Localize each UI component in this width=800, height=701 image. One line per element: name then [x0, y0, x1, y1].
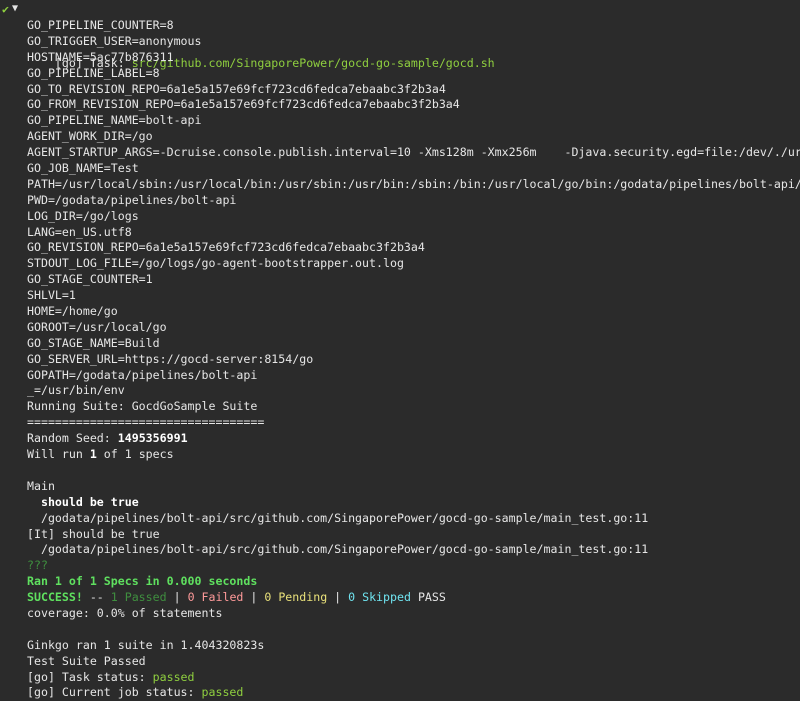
seed-label: Random Seed:	[27, 431, 118, 446]
ginkgo-ran-line: Ginkgo ran 1 suite in 1.404320823s	[27, 637, 265, 652]
job-status-label: [go] Current job status:	[27, 685, 202, 700]
will-run-count: 1	[89, 447, 97, 462]
skipped-count: 0 Skipped	[348, 590, 411, 605]
task-header[interactable]: ✔ ▼ [go] Task: src/github.com/SingaporeP…	[0, 0, 800, 70]
env-line: _=/usr/bin/env	[27, 383, 125, 398]
summary-sep: |	[327, 590, 349, 605]
summary-sep: |	[166, 590, 188, 605]
ran-specs-line: Ran 1 of 1 Specs in 0.000 seconds	[27, 574, 258, 589]
env-line: HOSTNAME=5ac77b876311	[27, 49, 174, 64]
job-status-value: passed	[201, 685, 244, 700]
env-line: GOPATH=/godata/pipelines/bolt-api	[27, 367, 258, 382]
env-line: GO_TO_REVISION_REPO=6a1e5a157e69fcf723cd…	[27, 81, 446, 96]
summary-sep: |	[243, 590, 265, 605]
env-line: GOROOT=/usr/local/go	[27, 319, 167, 334]
should-be-true-line: should be true	[27, 494, 139, 509]
suite-separator: ==================================	[27, 415, 265, 430]
coverage-line: coverage: 0.0% of statements	[27, 605, 223, 620]
env-line: GO_SERVER_URL=https://gocd-server:8154/g…	[27, 351, 314, 366]
job-status-line: [go] Current job status: passed	[0, 685, 800, 701]
random-seed-line: Random Seed: 1495356991	[0, 431, 800, 447]
caret-down-icon[interactable]: ▼	[12, 0, 18, 18]
passed-count: 1 Passed	[110, 590, 167, 605]
env-line: GO_STAGE_NAME=Build	[27, 335, 160, 350]
check-icon: ✔	[2, 2, 9, 16]
env-line: LOG_DIR=/go/logs	[27, 208, 139, 223]
env-line: SHLVL=1	[27, 288, 76, 303]
env-line: GO_JOB_NAME=Test	[27, 161, 139, 176]
suite-running-line: Running Suite: GocdGoSample Suite	[27, 399, 258, 414]
seed-value: 1495356991	[117, 431, 188, 446]
env-line: GO_PIPELINE_NAME=bolt-api	[27, 113, 202, 128]
task-status-line: [go] Task status: passed	[0, 670, 800, 686]
will-run-suffix: of 1 specs	[96, 447, 174, 462]
env-line: PATH=/usr/local/sbin:/usr/local/bin:/usr…	[27, 176, 800, 191]
console-output: ✔ ▼ [go] Task: src/github.com/SingaporeP…	[0, 0, 800, 699]
env-lines: GO_PIPELINE_COUNTER=8 GO_TRIGGER_USER=ano…	[0, 18, 800, 399]
suite-passed-line: Test Suite Passed	[27, 653, 146, 668]
env-line: GO_PIPELINE_LABEL=8	[27, 65, 160, 80]
summary-line: SUCCESS! -- 1 Passed | 0 Failed | 0 Pend…	[0, 590, 800, 606]
task-status-value: passed	[152, 669, 195, 684]
env-line: GO_PIPELINE_COUNTER=8	[27, 18, 174, 32]
env-line: GO_FROM_REVISION_REPO=6a1e5a157e69fcf723…	[27, 97, 460, 112]
task-status-label: [go] Task status:	[27, 669, 153, 684]
will-run-prefix: Will run	[27, 447, 90, 462]
env-line: AGENT_STARTUP_ARGS=-Dcruise.console.publ…	[27, 145, 800, 160]
failed-count: 0 Failed	[187, 590, 244, 605]
it-line: [It] should be true	[27, 526, 160, 541]
will-run-line: Will run 1 of 1 specs	[0, 447, 800, 463]
pending-count: 0 Pending	[264, 590, 328, 605]
success-label: SUCCESS!	[27, 590, 83, 605]
env-line: LANG=en_US.utf8	[27, 224, 132, 239]
env-line: GO_STAGE_COUNTER=1	[27, 272, 153, 287]
pass-word: PASS	[410, 590, 446, 605]
env-line: GO_REVISION_REPO=6a1e5a157e69fcf723cd6fe…	[27, 240, 425, 255]
env-line: GO_TRIGGER_USER=anonymous	[27, 33, 202, 48]
env-line: PWD=/godata/pipelines/bolt-api	[27, 192, 237, 207]
summary-dashes: --	[82, 590, 111, 605]
question-line: ???	[27, 558, 48, 573]
env-line: AGENT_WORK_DIR=/go	[27, 129, 153, 144]
main-describe: Main	[27, 478, 55, 493]
env-line: STDOUT_LOG_FILE=/go/logs/go-agent-bootst…	[27, 256, 404, 271]
test-path-line: /godata/pipelines/bolt-api/src/github.co…	[27, 542, 649, 557]
test-path-line: /godata/pipelines/bolt-api/src/github.co…	[27, 510, 649, 525]
env-line: HOME=/home/go	[27, 304, 118, 319]
